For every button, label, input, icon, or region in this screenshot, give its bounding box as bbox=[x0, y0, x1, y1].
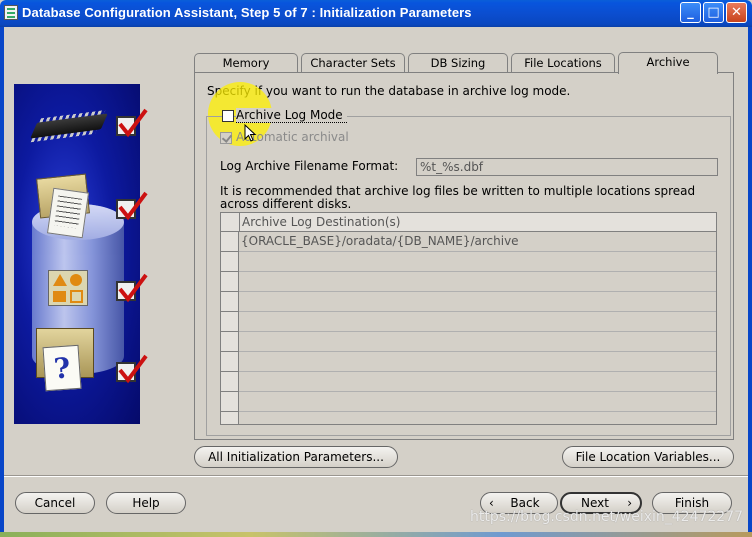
next-button-label: Next bbox=[581, 496, 609, 510]
file-location-variables-button[interactable]: File Location Variables... bbox=[562, 446, 734, 468]
table-cell[interactable] bbox=[239, 412, 716, 424]
table-cell[interactable] bbox=[239, 252, 716, 272]
archive-log-mode-checkbox[interactable] bbox=[222, 110, 234, 122]
table-header: Archive Log Destination(s) bbox=[239, 213, 716, 232]
all-initialization-parameters-button[interactable]: All Initialization Parameters... bbox=[194, 446, 398, 468]
minimize-button[interactable]: _ bbox=[680, 2, 701, 23]
mouse-pointer-icon bbox=[244, 124, 257, 142]
document-icon bbox=[46, 187, 90, 239]
tab-db-sizing[interactable]: DB Sizing bbox=[408, 53, 508, 73]
table-corner bbox=[221, 213, 239, 232]
watermark-text: https://blog.csdn.net/weixin_42472277 bbox=[470, 509, 744, 525]
table-cell[interactable] bbox=[239, 292, 716, 312]
step-complete-check-icon bbox=[116, 273, 148, 303]
recommendation-text: It is recommended that archive log files… bbox=[220, 184, 696, 211]
step-complete-check-icon bbox=[116, 108, 148, 138]
filename-format-label: Log Archive Filename Format: bbox=[220, 159, 399, 173]
cancel-button[interactable]: Cancel bbox=[15, 492, 95, 514]
row-header[interactable] bbox=[221, 412, 239, 424]
tab-archive[interactable]: Archive bbox=[618, 52, 718, 74]
row-header[interactable] bbox=[221, 352, 239, 372]
back-button-label: Back bbox=[510, 496, 540, 510]
archive-log-mode-label[interactable]: Archive Log Mode bbox=[236, 108, 347, 123]
window-frame-right bbox=[748, 27, 752, 537]
shapes-icon bbox=[48, 270, 88, 306]
divider bbox=[4, 475, 748, 477]
table-cell[interactable] bbox=[239, 312, 716, 332]
archive-destinations-table[interactable]: Archive Log Destination(s) {ORACLE_BASE}… bbox=[220, 212, 717, 425]
window-title: Database Configuration Assistant, Step 5… bbox=[22, 5, 472, 20]
table-cell[interactable]: {ORACLE_BASE}/oradata/{DB_NAME}/archive bbox=[239, 232, 716, 252]
row-header[interactable] bbox=[221, 332, 239, 352]
row-header[interactable] bbox=[221, 252, 239, 272]
row-header[interactable] bbox=[221, 292, 239, 312]
automatic-archival-checkbox[interactable] bbox=[220, 132, 232, 144]
row-header[interactable] bbox=[221, 312, 239, 332]
row-header[interactable] bbox=[221, 372, 239, 392]
tab-memory[interactable]: Memory bbox=[194, 53, 298, 73]
close-button[interactable]: ✕ bbox=[726, 2, 747, 23]
taskbar-strip bbox=[0, 532, 752, 537]
app-icon bbox=[4, 5, 18, 20]
row-header[interactable] bbox=[221, 232, 239, 252]
memory-chip-icon bbox=[30, 113, 108, 139]
help-button[interactable]: Help bbox=[106, 492, 186, 514]
table-cell[interactable] bbox=[239, 332, 716, 352]
tab-file-locations[interactable]: File Locations bbox=[511, 53, 615, 73]
table-cell[interactable] bbox=[239, 372, 716, 392]
step-complete-check-icon bbox=[116, 191, 148, 221]
title-bar[interactable]: Database Configuration Assistant, Step 5… bbox=[0, 0, 752, 27]
filename-format-field[interactable]: %t_%s.dbf bbox=[416, 158, 718, 176]
row-header[interactable] bbox=[221, 392, 239, 412]
table-cell[interactable] bbox=[239, 352, 716, 372]
tab-character-sets[interactable]: Character Sets bbox=[301, 53, 405, 73]
table-cell[interactable] bbox=[239, 392, 716, 412]
step-complete-check-icon bbox=[116, 354, 148, 384]
maximize-button[interactable]: □ bbox=[703, 2, 724, 23]
table-cell[interactable] bbox=[239, 272, 716, 292]
help-document-icon: ? bbox=[42, 344, 82, 392]
row-header[interactable] bbox=[221, 272, 239, 292]
